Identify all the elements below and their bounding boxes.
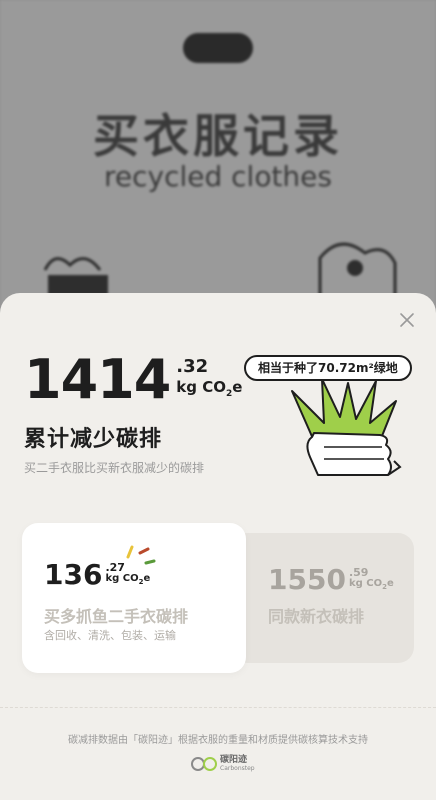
- total-decimal: .32: [176, 356, 209, 377]
- total-unit: kg CO2e: [176, 378, 243, 399]
- secondhand-card[interactable]: 136 .27 kg CO2e 买多抓鱼二手衣碳排 含回收、清洗、包装、运输: [22, 523, 246, 673]
- sparkle-icon: [126, 545, 156, 565]
- secondhand-title: 买多抓鱼二手衣碳排: [44, 607, 189, 626]
- new-clothes-integer: 1550: [268, 563, 346, 596]
- background-tab-2: [183, 33, 253, 63]
- background-tab-3: [258, 33, 318, 63]
- data-source-note: 碳减排数据由「碳阳迹」根据衣服的重量和材质提供碳核算技术支持: [68, 735, 368, 746]
- carbonstep-brand: 碳阳迹 Carbonstep: [190, 755, 255, 772]
- background-doodle-right: [318, 242, 397, 298]
- equivalent-bubble: 相当于种了70.72m²绿地: [244, 355, 412, 381]
- new-clothes-unit: kg CO2e: [348, 578, 394, 591]
- grass-hand-illustration: [291, 378, 402, 476]
- new-clothes-value: 1550 .59 kg CO2e: [268, 566, 394, 594]
- total-title: 累计减少碳排: [24, 427, 163, 452]
- new-clothes-title: 同款新衣碳排: [268, 607, 365, 626]
- secondhand-integer: 136: [44, 558, 103, 591]
- background-tab-1: [118, 33, 178, 63]
- new-clothes-card[interactable]: 1550 .59 kg CO2e 同款新衣碳排: [232, 533, 414, 663]
- background-doodle-left: [43, 257, 108, 295]
- background-subtitle: recycled clothes: [103, 160, 332, 193]
- close-icon[interactable]: [398, 311, 416, 329]
- total-description: 买二手衣服比买新衣服减少的碳排: [24, 461, 205, 475]
- carbonstep-logo-icon: [191, 756, 217, 771]
- total-reduction-value: 1414 .32 kg CO2e: [24, 353, 242, 407]
- background-tabs: [118, 30, 318, 66]
- new-clothes-decimal: .59: [348, 566, 369, 579]
- total-integer: 1414: [24, 348, 171, 411]
- carbon-summary-sheet: 1414 .32 kg CO2e 累计减少碳排 买二手衣服比买新衣服减少的碳排 …: [0, 293, 436, 800]
- background-title: 买衣服记录: [93, 109, 343, 163]
- brand-name-en: Carbonstep: [220, 765, 255, 772]
- brand-name-cn: 碳阳迹: [220, 755, 248, 765]
- dashed-divider: [0, 707, 436, 708]
- secondhand-description: 含回收、清洗、包装、运输: [44, 629, 176, 642]
